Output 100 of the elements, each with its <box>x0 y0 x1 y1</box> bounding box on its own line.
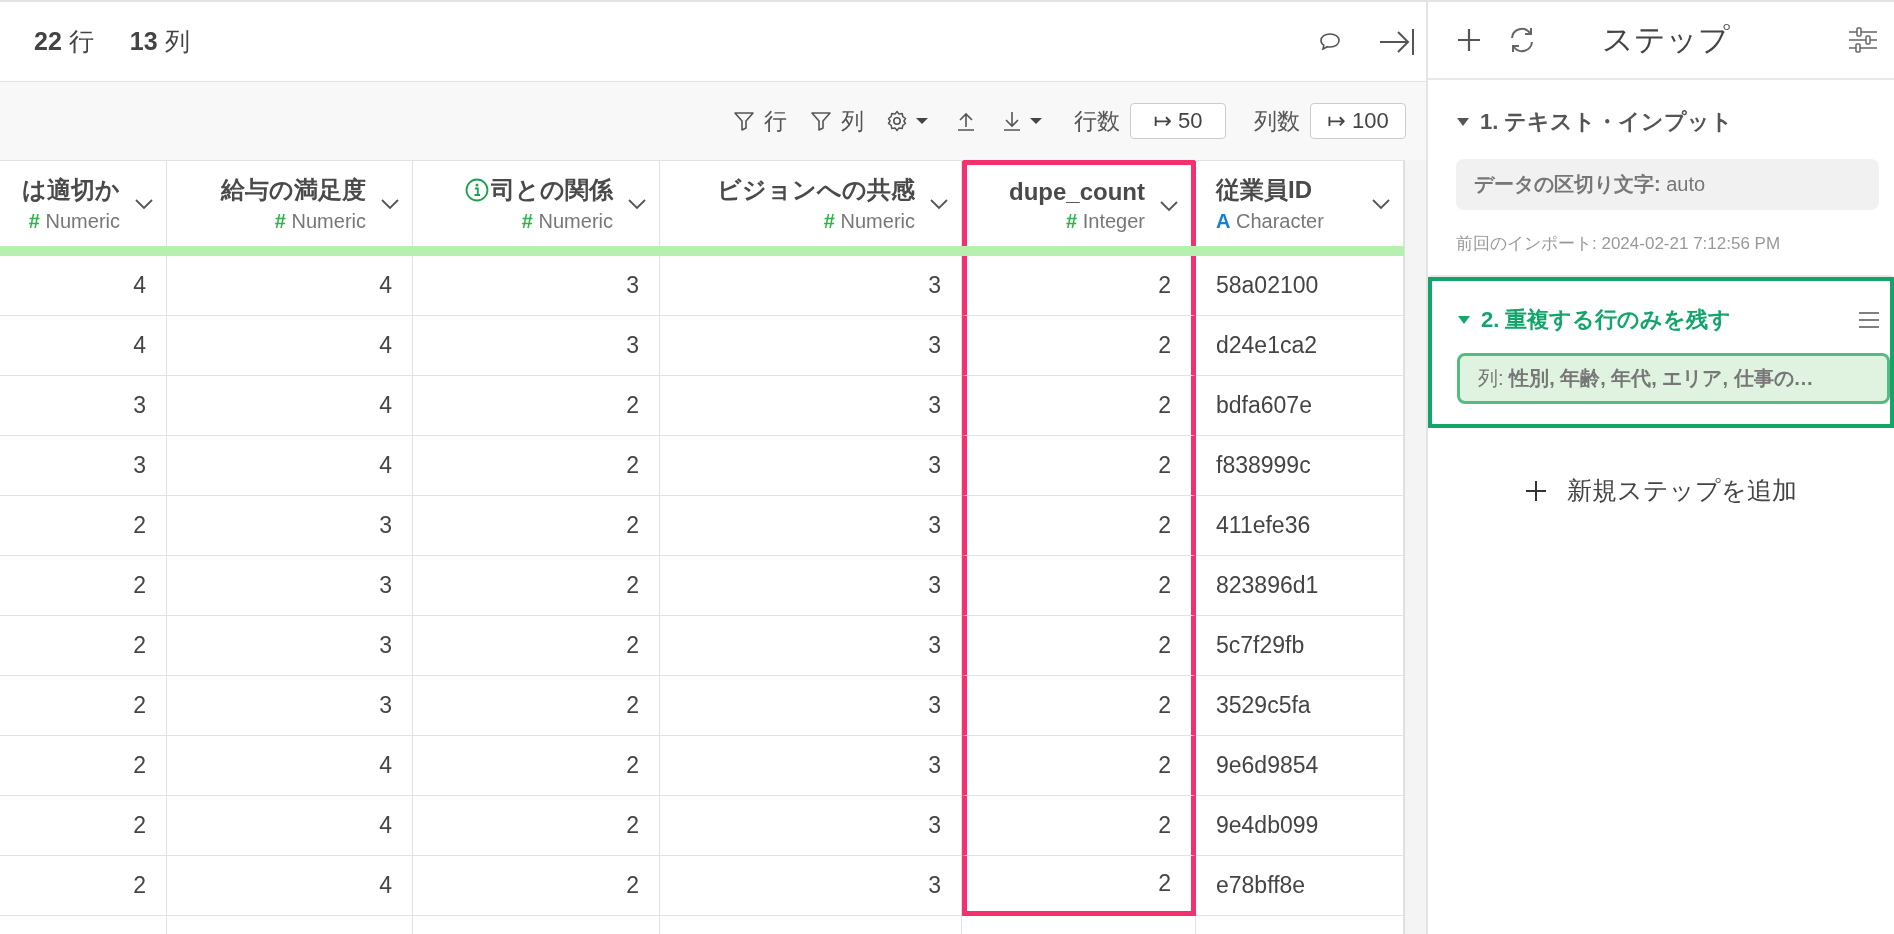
table-cell: 3 <box>413 316 660 376</box>
table-cell: 2 <box>962 316 1196 376</box>
table-cell: 2 <box>413 376 660 436</box>
column-header[interactable]: dupe_count # Integer <box>962 160 1196 246</box>
table-cell: 2 <box>962 256 1196 316</box>
step-title: 1. テキスト・インプット <box>1480 108 1734 136</box>
table-cell: 3 <box>660 736 962 796</box>
column-type: # Numeric <box>28 210 120 233</box>
table-cell: 2 <box>413 556 660 616</box>
table-cell: 3 <box>660 496 962 556</box>
column-type: A Character <box>1216 210 1324 233</box>
table-cell: 3 <box>167 556 413 616</box>
menu-icon[interactable] <box>1858 310 1880 330</box>
table-cell: 2 <box>0 856 167 916</box>
table-cell: 2 <box>413 736 660 796</box>
table-cell: 2 <box>962 856 1196 916</box>
scrollbar-track[interactable] <box>1404 160 1426 934</box>
column-type: # Integer <box>1066 210 1145 233</box>
table-cell: 2 <box>0 616 167 676</box>
filter-button[interactable]: 列 <box>809 105 864 137</box>
table-cell: 2 <box>962 616 1196 676</box>
table-cell: 2 <box>962 736 1196 796</box>
step-card[interactable]: 2. 重複する行のみを残す 列: 性別, 年齢, 年代, エリア, 仕事の… <box>1428 277 1894 428</box>
table-cell: 3 <box>0 436 167 496</box>
chevron-down-icon[interactable] <box>627 197 647 210</box>
table-cell: 4 <box>167 856 413 916</box>
column-type: # Numeric <box>823 210 915 233</box>
column-header[interactable]: 給与の満足度 # Numeric <box>167 160 413 246</box>
column-limit-field[interactable]: ↦ 100 <box>1310 103 1406 139</box>
table-cell: 4 <box>0 316 167 376</box>
plus-icon <box>1525 479 1547 502</box>
comment-icon[interactable] <box>1318 30 1342 53</box>
caret-icon[interactable] <box>1457 315 1471 325</box>
column-count: 13 列 <box>129 26 190 57</box>
table-cell: 3 <box>167 616 413 676</box>
column-name: ビジョンへの共感 <box>717 175 915 205</box>
column-name: dupe_count <box>1009 178 1145 206</box>
column-header[interactable]: ビジョンへの共感 # Numeric <box>660 160 962 246</box>
table-cell: 2 <box>962 496 1196 556</box>
table-cell: 2 <box>962 796 1196 856</box>
column-header[interactable]: 従業員ID A Character <box>1196 160 1404 246</box>
table-cell: 3 <box>0 376 167 436</box>
table-cell: 2 <box>413 676 660 736</box>
filter-icon <box>732 109 756 133</box>
filter-icon <box>809 109 833 133</box>
add-step-button[interactable]: 新規ステップを追加 <box>1515 468 1807 513</box>
table-cell: 2 <box>962 556 1196 616</box>
filter-button[interactable]: 行 <box>732 105 787 137</box>
table-cell: 2 <box>962 436 1196 496</box>
chevron-down-icon[interactable] <box>1159 199 1179 212</box>
table-cell: 4 <box>167 736 413 796</box>
table-cell: 2 <box>962 676 1196 736</box>
chevron-down-icon[interactable] <box>134 197 154 210</box>
row-limit-field[interactable]: ↦ 50 <box>1130 103 1226 139</box>
chevron-down-icon[interactable] <box>1371 197 1391 210</box>
table-cell: 3 <box>660 556 962 616</box>
column-header[interactable]: 司との関係 # Numeric <box>413 160 660 246</box>
table-cell: 3 <box>660 316 962 376</box>
table-cell: 3 <box>167 676 413 736</box>
column-name: は適切か <box>22 175 120 205</box>
import-note: 前回のインポート: 2024-02-21 7:12:56 PM <box>1456 233 1782 255</box>
table-cell: 3 <box>660 676 962 736</box>
table-cell: 2 <box>0 556 167 616</box>
table-cell: 4 <box>167 376 413 436</box>
table-cell: 2 <box>0 496 167 556</box>
table-cell: 3 <box>660 376 962 436</box>
step-parameter[interactable]: データの区切り文字: auto <box>1456 159 1879 210</box>
column-type: # Numeric <box>274 210 366 233</box>
row-limit-label: 行数 <box>1074 106 1120 136</box>
collapse-panel-icon[interactable] <box>1378 26 1416 57</box>
table-cell: 3 <box>660 616 962 676</box>
row-count: 22 行 <box>34 26 94 57</box>
table-cell: 3 <box>660 796 962 856</box>
table-cell: 3 <box>660 856 962 916</box>
add-icon[interactable] <box>1456 27 1482 53</box>
table-cell: 3 <box>660 436 962 496</box>
table-cell: 2 <box>413 616 660 676</box>
column-header[interactable]: は適切か # Numeric <box>0 160 167 246</box>
caret-icon[interactable] <box>1456 117 1470 127</box>
table-cell: 3 <box>660 256 962 316</box>
table-cell: 3 <box>167 496 413 556</box>
table-cell: 4 <box>167 316 413 376</box>
table-cell: 2 <box>413 496 660 556</box>
chevron-down-icon[interactable] <box>929 197 949 210</box>
column-name: 給与の満足度 <box>221 175 366 205</box>
table-cell: 4 <box>167 256 413 316</box>
step-parameter[interactable]: 列: 性別, 年齢, 年代, エリア, 仕事の… <box>1457 353 1890 404</box>
table-cell: 2 <box>0 736 167 796</box>
sliders-icon[interactable] <box>1848 26 1878 54</box>
table-cell: 2 <box>413 796 660 856</box>
table-cell: 2 <box>413 856 660 916</box>
refresh-icon[interactable] <box>1508 26 1536 54</box>
step-title: 2. 重複する行のみを残す <box>1481 306 1732 334</box>
step-card[interactable]: 1. テキスト・インプット データの区切り文字: auto 前回のインポート: 2024-02-21 7:12:56 PM <box>1428 80 1894 277</box>
chevron-down-icon[interactable] <box>380 197 400 210</box>
column-name: 従業員ID <box>1216 175 1312 205</box>
table-cell: 2 <box>0 796 167 856</box>
column-type: # Numeric <box>521 210 613 233</box>
table-cell: 2 <box>413 436 660 496</box>
table-cell: 4 <box>0 256 167 316</box>
